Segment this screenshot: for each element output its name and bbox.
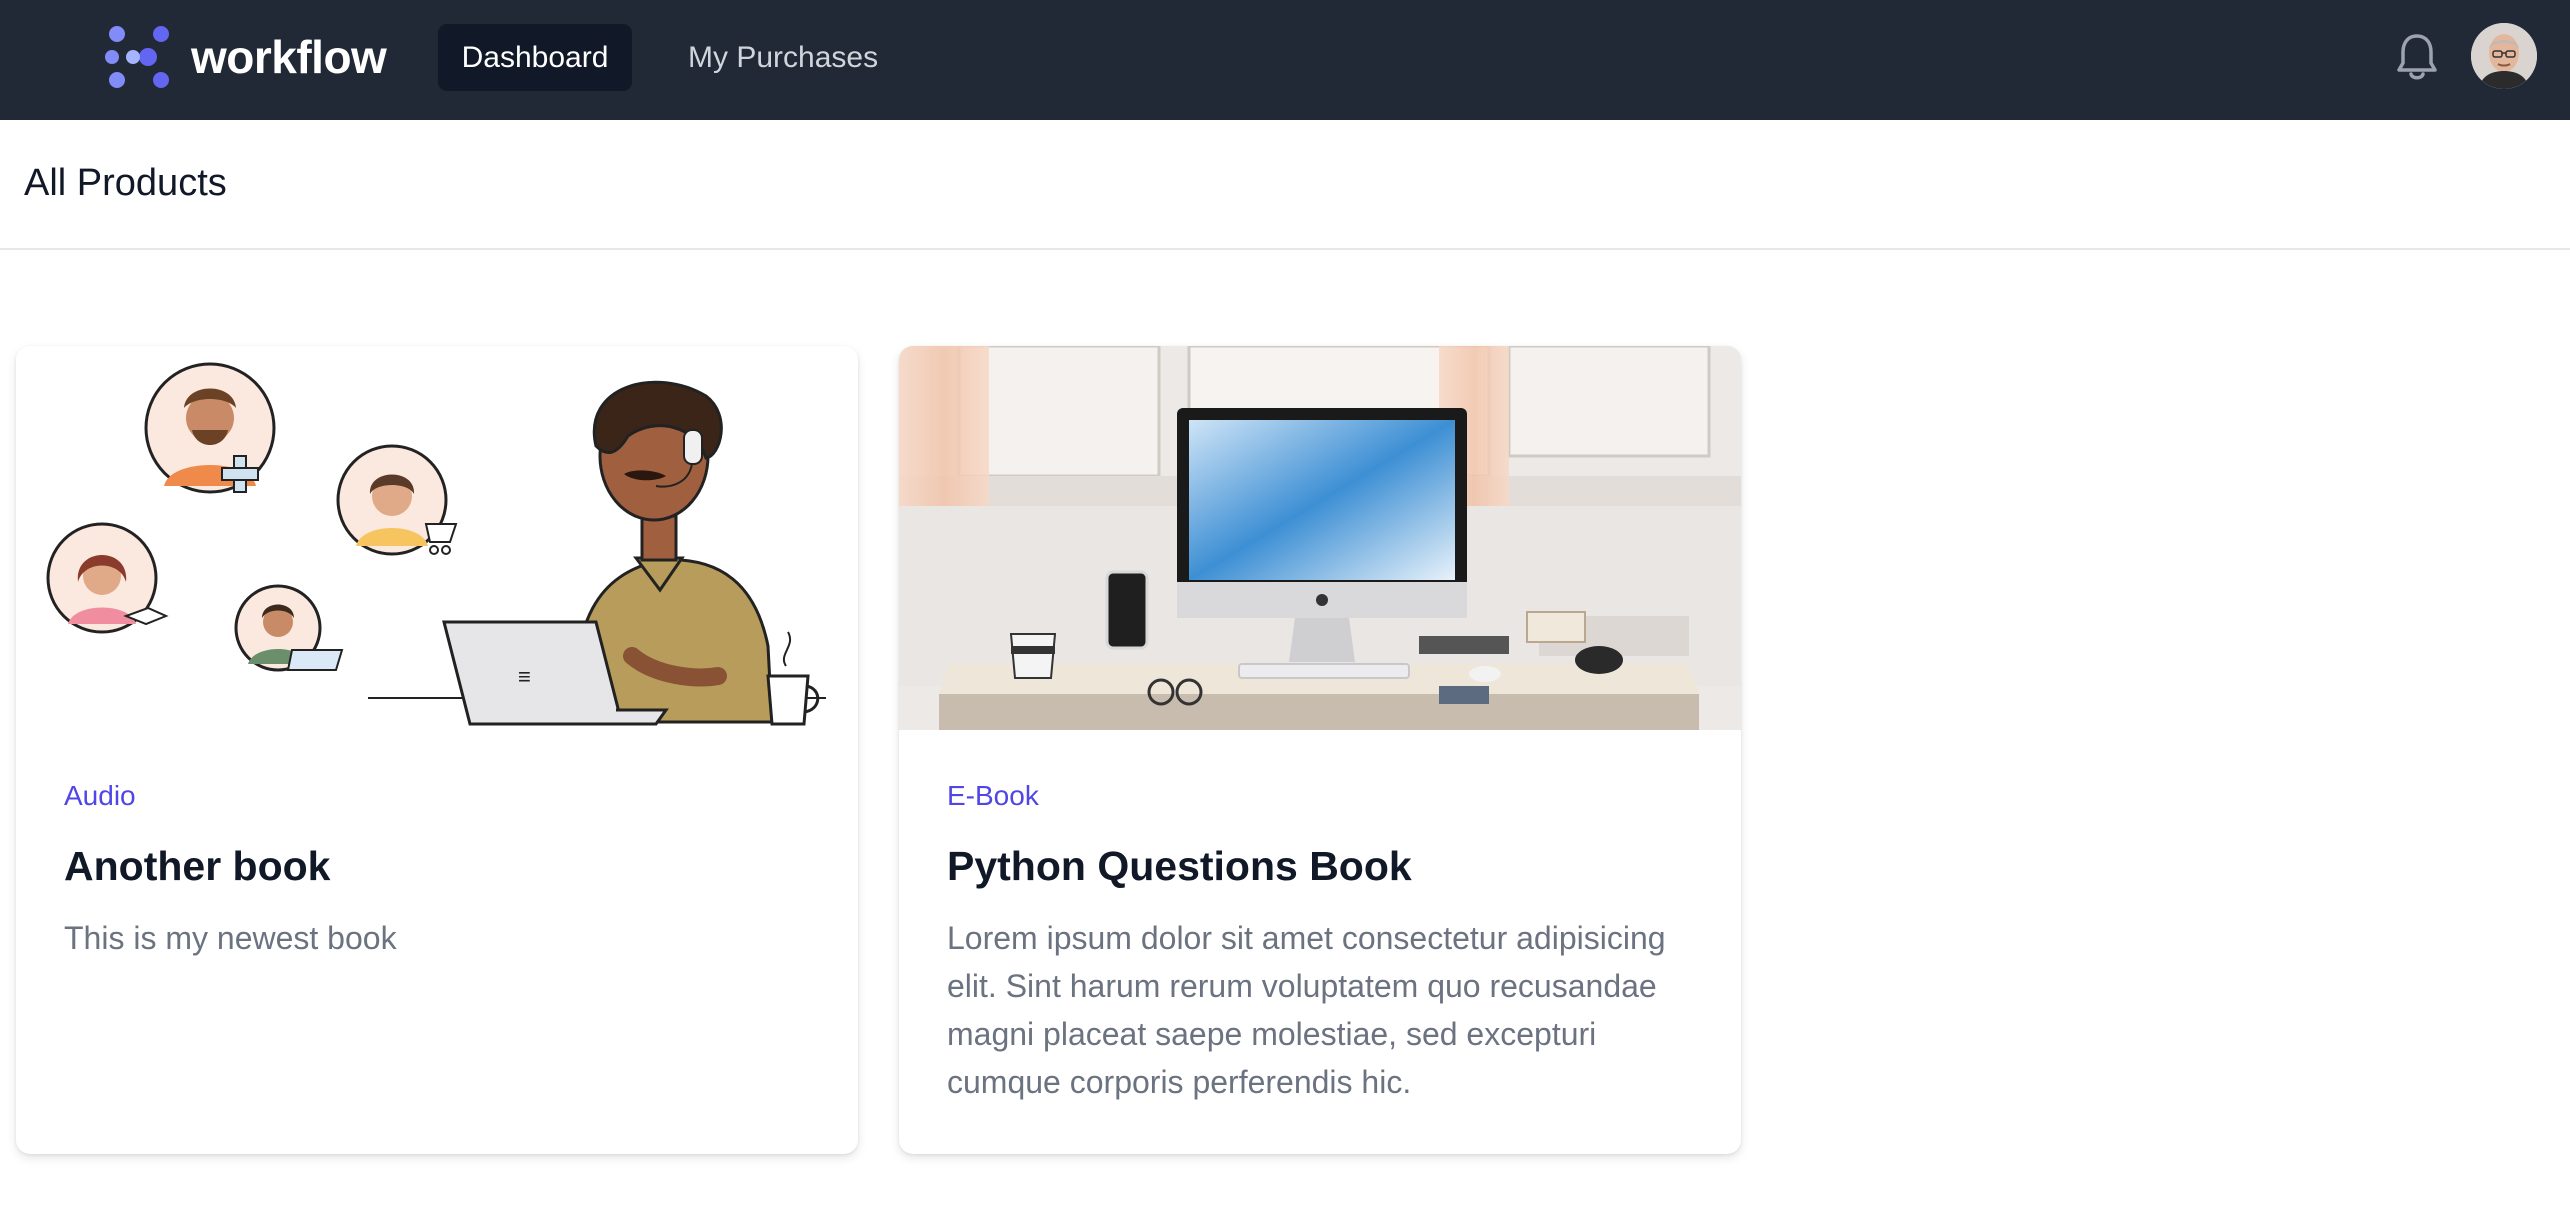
card-body: Audio Another book This is my newest boo… (64, 780, 824, 962)
product-description: Lorem ipsum dolor sit amet consectetur a… (947, 920, 1666, 1100)
avatar-bubble (144, 362, 276, 494)
product-title[interactable]: Python Questions Book (947, 840, 1707, 892)
bell-icon[interactable] (2392, 30, 2442, 84)
product-image-photo (899, 346, 1741, 730)
user-avatar[interactable] (2471, 23, 2537, 89)
page-header: All Products (0, 120, 2570, 250)
logo-icon (105, 26, 169, 88)
brand-name: workflow (191, 31, 387, 83)
nav-my-purchases[interactable]: My Purchases (664, 24, 902, 91)
brand-logo[interactable]: workflow (103, 24, 387, 90)
product-description: This is my newest book (64, 920, 397, 956)
card-body: E-Book Python Questions Book Lorem ipsum… (947, 780, 1707, 1106)
product-image-illustration: ≡ (16, 346, 858, 730)
product-card[interactable]: ≡ Audio Another book This is my newest b… (16, 346, 858, 1154)
nav-dashboard[interactable]: Dashboard (438, 24, 632, 91)
product-title[interactable]: Another book (64, 840, 824, 892)
product-category: E-Book (947, 780, 1039, 811)
page-title: All Products (24, 162, 227, 204)
product-category: Audio (64, 780, 136, 811)
avatar-portrait (2471, 23, 2537, 89)
svg-text:≡: ≡ (518, 664, 531, 689)
top-navbar: workflow Dashboard My Purchases (0, 0, 2570, 120)
product-card[interactable]: E-Book Python Questions Book Lorem ipsum… (899, 346, 1741, 1154)
